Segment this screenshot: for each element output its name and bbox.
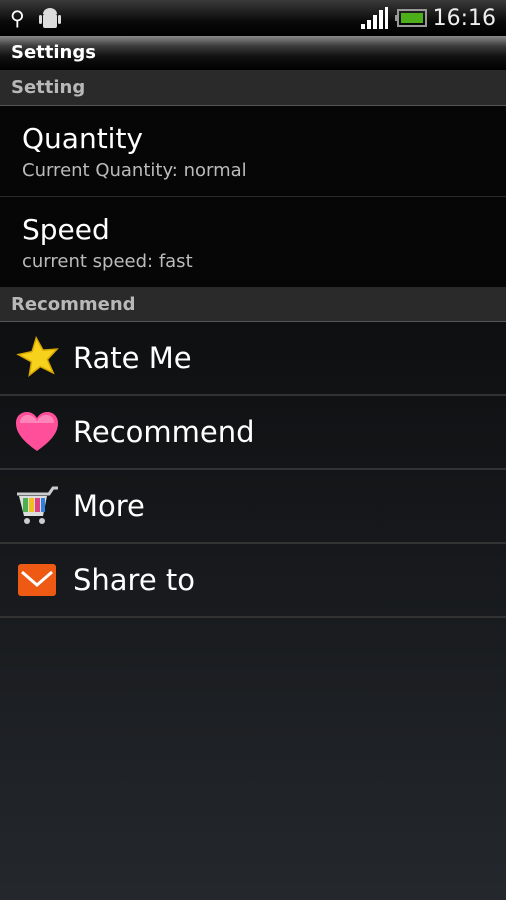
item-rate-me[interactable]: Rate Me — [0, 322, 506, 396]
pref-quantity[interactable]: Quantity Current Quantity: normal — [0, 106, 506, 197]
clock: 16:16 — [432, 5, 496, 31]
pref-summary: current speed: fast — [22, 251, 193, 272]
item-share-to[interactable]: Share to — [0, 544, 506, 618]
section-header-setting: Setting — [0, 70, 506, 106]
android-debug-icon — [38, 8, 61, 28]
item-label: Share to — [73, 563, 196, 597]
page-title: Settings — [0, 36, 506, 70]
item-label: Rate Me — [73, 341, 192, 375]
usb-icon: ⚲ — [10, 6, 25, 30]
pref-title: Speed — [22, 213, 110, 246]
section-header-recommend: Recommend — [0, 288, 506, 322]
heart-icon — [14, 409, 60, 455]
item-label: More — [73, 489, 145, 523]
status-bar: ⚲ 16:16 — [0, 0, 506, 36]
item-recommend[interactable]: Recommend — [0, 396, 506, 470]
pref-speed[interactable]: Speed current speed: fast — [0, 197, 506, 288]
pref-title: Quantity — [22, 122, 143, 155]
star-icon — [14, 335, 60, 381]
item-more[interactable]: More — [0, 470, 506, 544]
item-label: Recommend — [73, 415, 255, 449]
signal-icon — [360, 7, 388, 29]
envelope-icon — [14, 557, 60, 603]
pref-summary: Current Quantity: normal — [22, 160, 247, 181]
battery-icon — [394, 9, 427, 27]
shopping-cart-icon — [14, 483, 60, 529]
